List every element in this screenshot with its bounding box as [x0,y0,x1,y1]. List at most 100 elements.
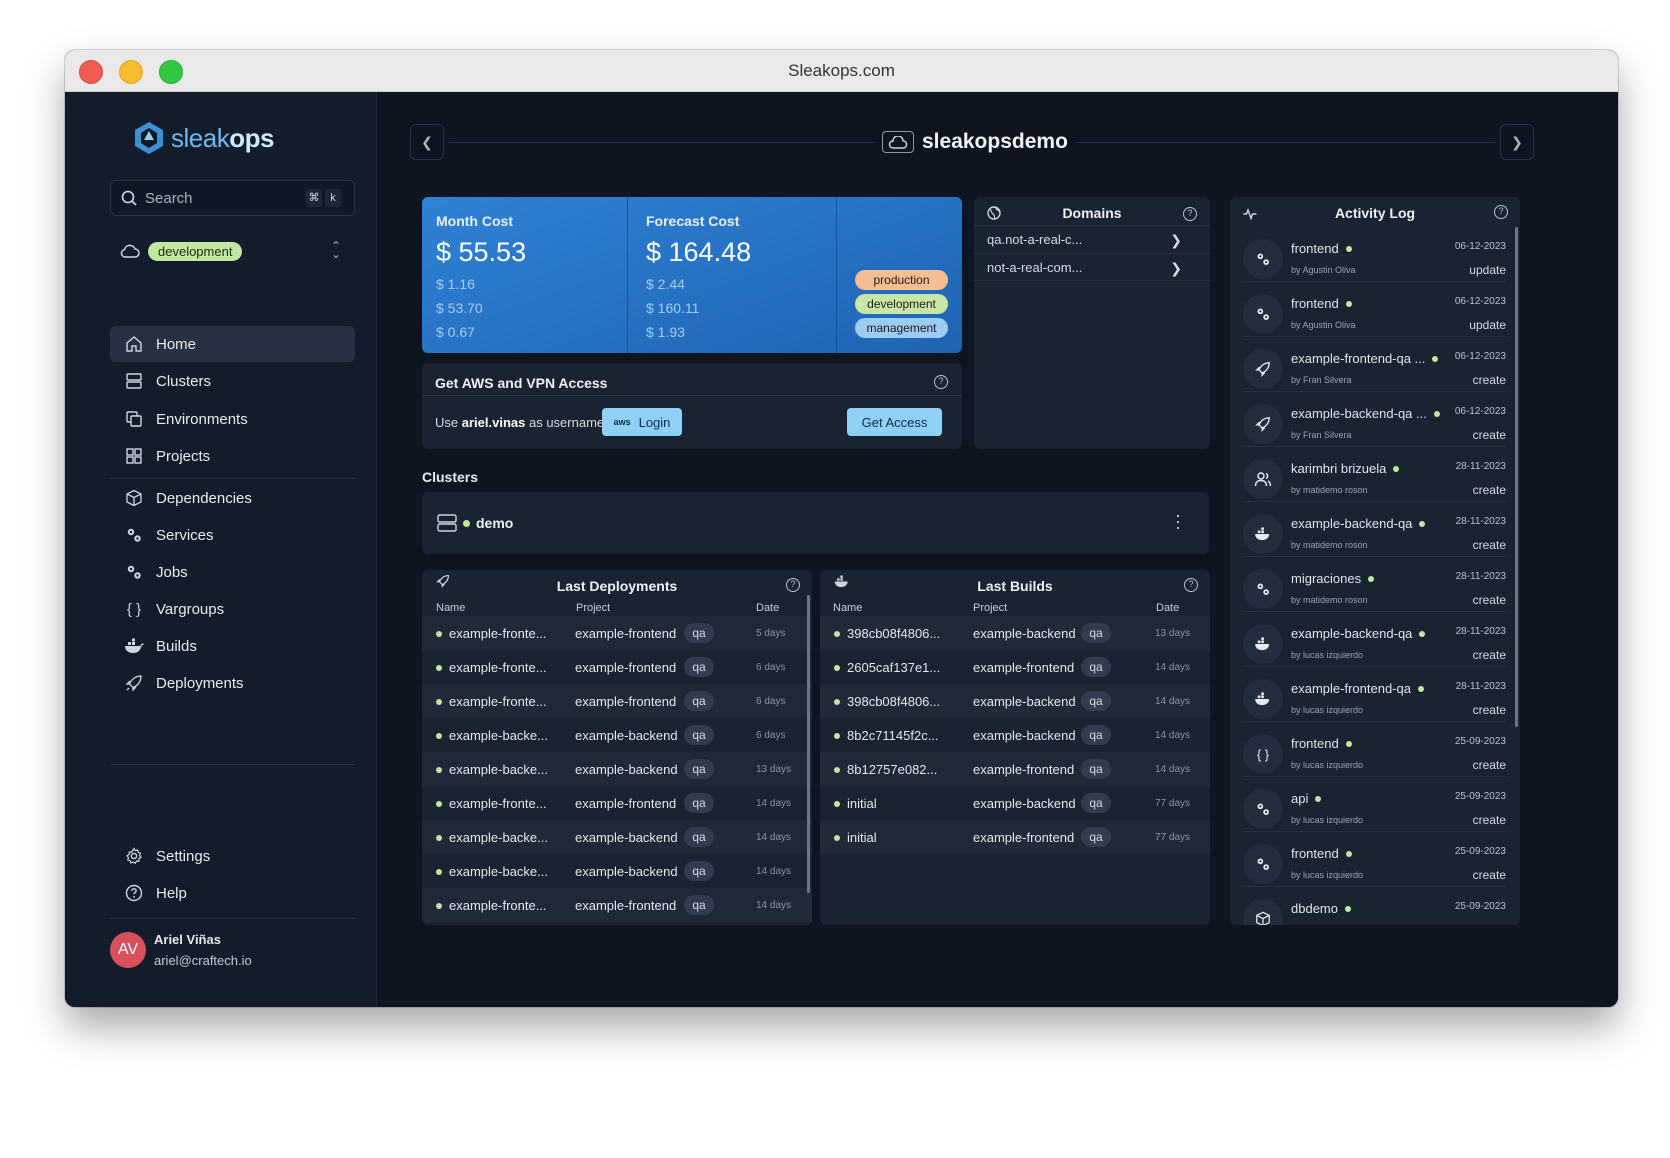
sidebar-item-services[interactable]: Services [110,517,355,553]
activity-action: create [1472,758,1506,772]
activity-item[interactable]: example-backend-qa by matidemo roson 28-11… [1243,502,1506,557]
row-project[interactable]: example-frontend [575,796,676,811]
table-row[interactable]: 8b2c71145f2c... example-backend qa 14 days [820,718,1210,752]
row-project[interactable]: example-frontend [575,898,676,913]
row-project[interactable]: example-backend [973,728,1076,743]
row-project[interactable]: example-frontend [973,660,1074,675]
activity-item[interactable]: { } frontend by lucas izquierdo 25-09-2023 c… [1243,722,1506,777]
activity-item[interactable]: example-backend-qa by lucas izquierdo 28-1… [1243,612,1506,667]
table-row[interactable]: example-backe... example-backend qa 13 days [422,752,812,786]
column-header-date[interactable]: Date [1156,602,1179,614]
table-row[interactable]: example-backe... example-backend qa 14 days [422,820,812,854]
status-dot [1393,465,1400,472]
row-name: example-fronte... [449,898,547,913]
row-date: 14 days [756,832,792,843]
row-project[interactable]: example-backend [575,762,678,777]
row-project[interactable]: example-frontend [575,660,676,675]
main-content: ❮ sleakopsdemo ❯ Month Cost $ 55.53 $ 1.… [377,92,1618,1007]
activity-item[interactable]: frontend by Agustin Oliva 06-12-2023 update [1243,282,1506,337]
activity-name-text: api [1291,791,1309,806]
row-project[interactable]: example-frontend [575,626,676,641]
sidebar-item-deployments[interactable]: Deployments [110,665,355,701]
activity-item[interactable]: example-frontend-qa by lucas izquierdo 28-… [1243,667,1506,722]
last-deployments-panel: Last Deployments ? Name Project Date exa… [422,570,812,925]
activity-item[interactable]: frontend by Agustin Oliva 06-12-2023 update [1243,227,1506,282]
sidebar-item-dependencies[interactable]: Dependencies [110,480,355,516]
brand-logo[interactable]: sleakops [131,120,274,156]
row-date: 5 days [756,628,786,639]
row-project[interactable]: example-backend [973,694,1076,709]
sidebar-item-clusters[interactable]: Clusters [110,363,355,399]
activity-date: 28-11-2023 [1455,681,1506,692]
row-project[interactable]: example-frontend [575,694,676,709]
chevron-updown-icon: ⌃ ⌄ [330,239,341,261]
row-name: 398cb08f4806... [847,694,941,709]
sidebar-item-jobs[interactable]: Jobs [110,554,355,590]
more-options-icon[interactable]: · · · [1175,506,1181,536]
sidebar: sleakops Search ⌘ k development ⌃ ⌄ Home … [65,92,377,1007]
table-row[interactable]: example-fronte... example-frontend qa 6 day… [422,684,812,718]
get-access-button[interactable]: Get Access [847,408,942,436]
column-header-project[interactable]: Project [973,602,1007,614]
activity-item[interactable]: frontend by lucas izquierdo 25-09-2023 crea… [1243,832,1506,887]
table-row[interactable]: example-fronte... example-frontend qa 14 da… [422,888,812,922]
scrollbar[interactable] [807,595,810,893]
activity-item[interactable]: dbdemo 25-09-2023 [1243,887,1506,925]
status-dot [1344,905,1351,912]
domain-item[interactable]: not-a-real-com... ❯ [974,253,1210,281]
row-project[interactable]: example-backend [575,728,678,743]
forward-button[interactable]: ❯ [1500,124,1534,160]
sidebar-item-projects[interactable]: Projects [110,438,355,474]
activity-name-text: frontend [1291,296,1339,311]
sidebar-item-vargroups[interactable]: { } Vargroups [110,591,355,627]
help-icon[interactable]: ? [1183,207,1197,221]
domain-item[interactable]: qa.not-a-real-c... ❯ [974,225,1210,253]
activity-item[interactable]: example-frontend-qa ... by Fran Silvera 06… [1243,337,1506,392]
sidebar-item-home[interactable]: Home [110,326,355,362]
table-row[interactable]: example-backe... example-backend qa 14 days [422,854,812,888]
table-row[interactable]: 398cb08f4806... example-backend qa 13 days [820,616,1210,650]
activity-item[interactable]: karimbri brizuela by matidemo roson 28-11-… [1243,447,1506,502]
row-project[interactable]: example-frontend [973,762,1074,777]
table-row[interactable]: initial example-backend qa 77 days [820,786,1210,820]
column-header-project[interactable]: Project [576,602,610,614]
help-icon[interactable]: ? [1494,205,1508,219]
table-row[interactable]: example-backe... example-backend qa 6 days [422,718,812,752]
search-input[interactable]: Search ⌘ k [110,180,355,216]
column-header-date[interactable]: Date [756,602,779,614]
help-icon[interactable]: ? [1184,578,1198,592]
row-project[interactable]: example-backend [973,796,1076,811]
row-project[interactable]: example-backend [973,626,1076,641]
sidebar-item-help[interactable]: Help [110,875,355,911]
row-project[interactable]: example-backend [575,830,678,845]
sidebar-item-environments[interactable]: Environments [110,401,355,437]
cluster-item[interactable]: demo · · · [422,492,1209,554]
sidebar-item-settings[interactable]: Settings [110,838,355,874]
table-row[interactable]: example-fronte... example-frontend qa 14 da… [422,786,812,820]
activity-item[interactable]: migraciones by matidemo roson 28-11-2023 cr… [1243,557,1506,612]
row-name: initial [847,830,877,845]
table-row[interactable]: 398cb08f4806... example-backend qa 14 days [820,684,1210,718]
help-icon[interactable]: ? [934,375,948,389]
row-project[interactable]: example-frontend [973,830,1074,845]
table-row[interactable]: example-fronte... example-frontend qa 5 day… [422,616,812,650]
row-name-cell: example-fronte... [436,898,547,913]
table-row[interactable]: 2605caf137e1... example-frontend qa 14 days [820,650,1210,684]
table-row[interactable]: example-fronte... example-frontend qa 6 day… [422,650,812,684]
environment-selector[interactable]: development ⌃ ⌄ [110,234,355,268]
row-date: 14 days [756,798,792,809]
table-row[interactable]: 8b12757e082... example-frontend qa 14 days [820,752,1210,786]
table-row[interactable]: initial example-frontend qa 77 days [820,820,1210,854]
column-header-name[interactable]: Name [436,602,465,614]
back-button[interactable]: ❮ [410,124,444,160]
activity-name-text: example-backend-qa [1291,516,1413,531]
aws-login-button[interactable]: aws Login [602,408,682,436]
activity-item[interactable]: example-backend-qa ... by Fran Silvera 06-… [1243,392,1506,447]
user-profile[interactable]: AV Ariel Viñas ariel@craftech.io [110,932,252,968]
row-project[interactable]: example-backend [575,864,678,879]
help-icon[interactable]: ? [786,578,800,592]
activity-item[interactable]: api by lucas izquierdo 25-09-2023 create [1243,777,1506,832]
scrollbar[interactable] [1515,227,1518,727]
column-header-name[interactable]: Name [833,602,862,614]
sidebar-item-builds[interactable]: Builds [110,628,355,664]
